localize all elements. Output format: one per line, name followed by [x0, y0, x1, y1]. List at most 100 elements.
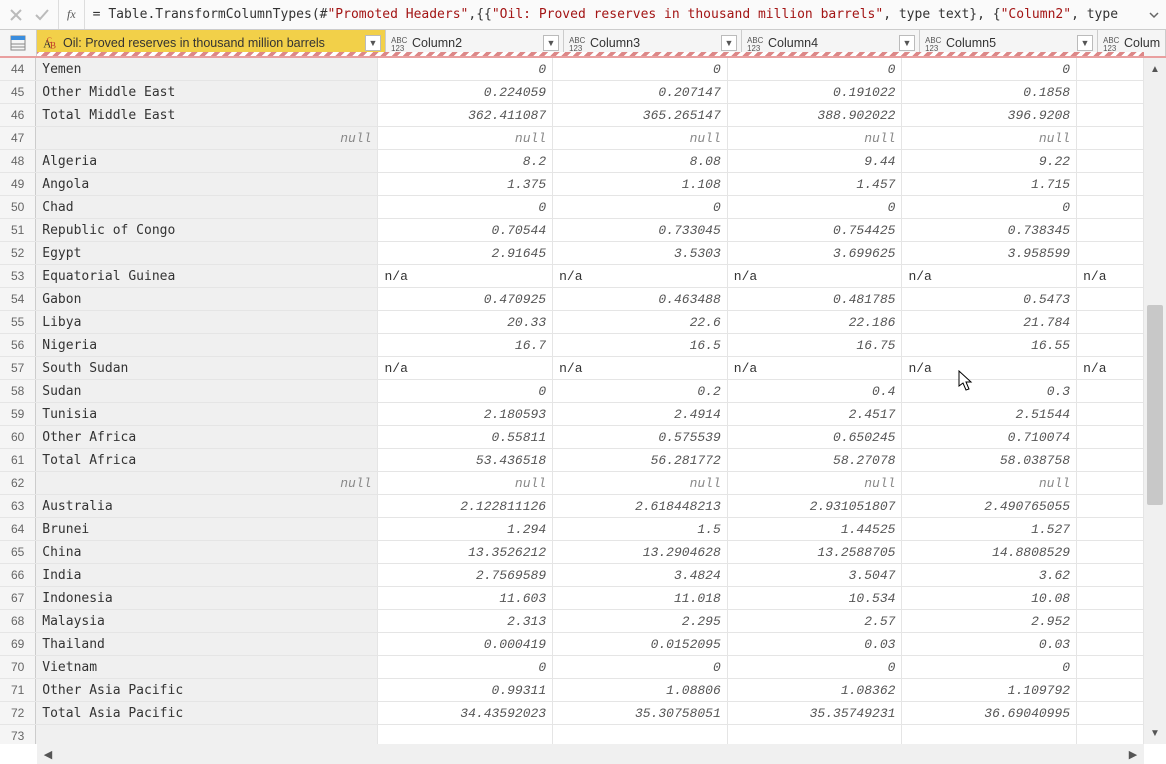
cell-value[interactable]: 1.457	[728, 173, 903, 195]
row-number[interactable]: 73	[0, 725, 36, 744]
cell-value[interactable]: 1.08806	[553, 679, 728, 701]
any-type-icon[interactable]: ABC123	[568, 34, 586, 52]
cell-value[interactable]: 11.603	[378, 587, 553, 609]
filter-dropdown-icon[interactable]: ▼	[365, 35, 381, 51]
cell-value[interactable]: n/a	[728, 265, 903, 287]
cell-value[interactable]: 2.91645	[378, 242, 553, 264]
cell-name[interactable]: China	[36, 541, 378, 563]
cell-value[interactable]	[1077, 219, 1144, 241]
cell-value[interactable]: 2.952	[902, 610, 1077, 632]
cell-value[interactable]	[1077, 150, 1144, 172]
row-number[interactable]: 63	[0, 495, 36, 517]
column-header-c4[interactable]: ABC123Column4▼	[742, 30, 920, 56]
row-number[interactable]: 45	[0, 81, 36, 103]
cell-value[interactable]: 3.4824	[553, 564, 728, 586]
cell-value[interactable]	[1077, 403, 1144, 425]
data-grid[interactable]: 44Yemen000045Other Middle East0.2240590.…	[0, 58, 1144, 744]
table-row[interactable]: 65China13.352621213.290462813.258870514.…	[0, 541, 1144, 564]
cell-value[interactable]: 0.1858	[902, 81, 1077, 103]
cell-value[interactable]: 16.7	[378, 334, 553, 356]
cell-value[interactable]: n/a	[1077, 357, 1144, 379]
row-number[interactable]: 72	[0, 702, 36, 724]
cell-name[interactable]: Indonesia	[36, 587, 378, 609]
cell-value[interactable]: 3.958599	[902, 242, 1077, 264]
cell-value[interactable]	[378, 725, 553, 744]
cell-value[interactable]: 0.99311	[378, 679, 553, 701]
formula-input[interactable]: = Table.TransformColumnTypes(#"Promoted …	[85, 7, 1142, 22]
cell-value[interactable]: 9.22	[902, 150, 1077, 172]
row-number[interactable]: 60	[0, 426, 36, 448]
cell-name[interactable]: Total Africa	[36, 449, 378, 471]
any-type-icon[interactable]: ABC123	[390, 34, 408, 52]
table-row[interactable]: 51Republic of Congo0.705440.7330450.7544…	[0, 219, 1144, 242]
cell-value[interactable]: 362.411087	[378, 104, 553, 126]
scroll-track[interactable]	[1144, 80, 1166, 722]
cell-value[interactable]: 0.70544	[378, 219, 553, 241]
table-row[interactable]: 67Indonesia11.60311.01810.53410.08	[0, 587, 1144, 610]
cell-value[interactable]: 0.575539	[553, 426, 728, 448]
cell-value[interactable]: 0	[902, 58, 1077, 80]
filter-dropdown-icon[interactable]: ▼	[543, 35, 559, 51]
column-header-c5[interactable]: ABC123Column5▼	[920, 30, 1098, 56]
cell-value[interactable]: 2.295	[553, 610, 728, 632]
cell-value[interactable]: 0.470925	[378, 288, 553, 310]
cell-value[interactable]: 365.265147	[553, 104, 728, 126]
table-row[interactable]: 45Other Middle East0.2240590.2071470.191…	[0, 81, 1144, 104]
cell-value[interactable]: 58.27078	[728, 449, 903, 471]
cell-value[interactable]: 1.08362	[728, 679, 903, 701]
cell-value[interactable]: 0.754425	[728, 219, 903, 241]
cell-value[interactable]	[1077, 380, 1144, 402]
cell-value[interactable]	[1077, 495, 1144, 517]
cell-name[interactable]: Chad	[36, 196, 378, 218]
row-number[interactable]: 67	[0, 587, 36, 609]
cell-value[interactable]: 0.03	[728, 633, 903, 655]
cell-name[interactable]: Algeria	[36, 150, 378, 172]
cell-value[interactable]	[1077, 242, 1144, 264]
cell-value[interactable]: 10.08	[902, 587, 1077, 609]
filter-dropdown-icon[interactable]: ▼	[899, 35, 915, 51]
cell-value[interactable]: 1.109792	[902, 679, 1077, 701]
cell-value[interactable]: 0	[378, 196, 553, 218]
row-number[interactable]: 59	[0, 403, 36, 425]
cell-value[interactable]: 22.6	[553, 311, 728, 333]
cell-value[interactable]: 9.44	[728, 150, 903, 172]
row-number[interactable]: 55	[0, 311, 36, 333]
expand-formula-icon[interactable]	[1142, 9, 1166, 21]
cell-value[interactable]	[1077, 127, 1144, 149]
cell-value[interactable]: null	[902, 472, 1077, 494]
cell-value[interactable]: 22.186	[728, 311, 903, 333]
cell-value[interactable]: 0.2	[553, 380, 728, 402]
cell-value[interactable]	[902, 725, 1077, 744]
cell-name[interactable]: Other Asia Pacific	[36, 679, 378, 701]
row-number[interactable]: 62	[0, 472, 36, 494]
cell-value[interactable]: 0.207147	[553, 81, 728, 103]
table-row[interactable]: 66India2.75695893.48243.50473.62	[0, 564, 1144, 587]
cell-name[interactable]: Egypt	[36, 242, 378, 264]
text-type-icon[interactable]: ABC	[41, 34, 59, 52]
cell-value[interactable]: 11.018	[553, 587, 728, 609]
table-row[interactable]: 70Vietnam0000	[0, 656, 1144, 679]
cell-value[interactable]: n/a	[553, 265, 728, 287]
row-number[interactable]: 44	[0, 58, 36, 80]
cell-value[interactable]: 3.699625	[728, 242, 903, 264]
cell-value[interactable]: 3.5047	[728, 564, 903, 586]
cell-value[interactable]: 396.9208	[902, 104, 1077, 126]
cell-value[interactable]: 0.4	[728, 380, 903, 402]
cell-value[interactable]: 13.3526212	[378, 541, 553, 563]
cell-value[interactable]: 1.375	[378, 173, 553, 195]
cell-value[interactable]	[1077, 725, 1144, 744]
table-row[interactable]: 49Angola1.3751.1081.4571.715	[0, 173, 1144, 196]
cell-value[interactable]	[1077, 196, 1144, 218]
cell-value[interactable]	[1077, 587, 1144, 609]
cell-value[interactable]: 13.2588705	[728, 541, 903, 563]
cell-value[interactable]: 21.784	[902, 311, 1077, 333]
cell-value[interactable]: 2.122811126	[378, 495, 553, 517]
cell-value[interactable]: 388.902022	[728, 104, 903, 126]
cell-name[interactable]: Vietnam	[36, 656, 378, 678]
table-corner-icon[interactable]	[0, 30, 37, 56]
cell-value[interactable]: 2.7569589	[378, 564, 553, 586]
cell-value[interactable]: 0.5473	[902, 288, 1077, 310]
table-row[interactable]: 57South Sudann/an/an/an/an/a	[0, 357, 1144, 380]
cell-value[interactable]: 0	[728, 656, 903, 678]
cell-value[interactable]	[1077, 81, 1144, 103]
